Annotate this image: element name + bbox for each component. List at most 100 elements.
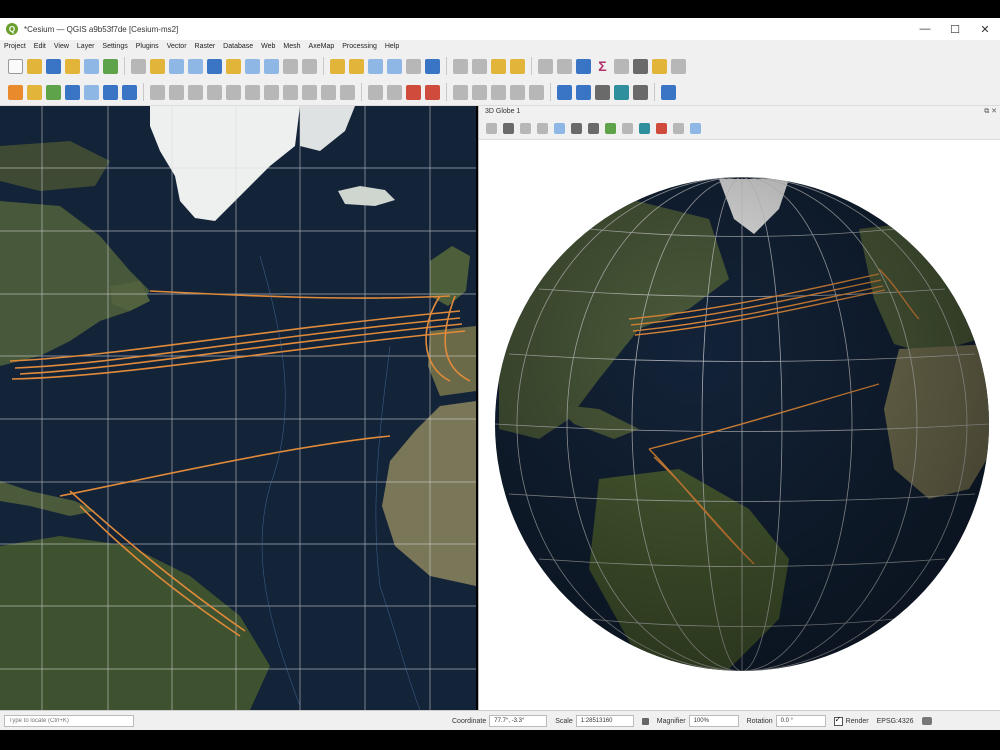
locator-input[interactable]: [9, 718, 119, 724]
label-show-hide-icon[interactable]: [425, 84, 440, 100]
digitize-icon[interactable]: [188, 84, 203, 100]
add-raster-layer-icon[interactable]: [65, 84, 80, 100]
layout-manager-icon[interactable]: [84, 58, 99, 74]
attribute-table-icon[interactable]: [557, 58, 572, 74]
diagram-tool-icon[interactable]: [510, 84, 525, 100]
callout-tool-icon[interactable]: [529, 84, 544, 100]
scale-field[interactable]: 1:28513160: [575, 715, 634, 727]
coordinate-field[interactable]: 77.7°, -3.3°: [489, 715, 548, 727]
python-console-icon[interactable]: [614, 84, 629, 100]
help-book-icon[interactable]: [661, 84, 676, 100]
identify-3d-icon[interactable]: [554, 122, 565, 134]
menu-project[interactable]: Project: [0, 43, 30, 50]
panel-window-controls[interactable]: ⧉ ✕: [984, 107, 1000, 116]
zoom-full-icon[interactable]: [207, 58, 222, 74]
play-animation-icon[interactable]: [588, 122, 599, 134]
camera-control-icon[interactable]: [486, 122, 497, 134]
select-by-value-icon[interactable]: [491, 58, 506, 74]
zoom-next-icon[interactable]: [302, 58, 317, 74]
menu-layer[interactable]: Layer: [73, 43, 99, 50]
maximize-button[interactable]: ☐: [940, 18, 970, 40]
toggle-on-screen-nav-icon[interactable]: [520, 122, 531, 134]
new-3d-view-icon[interactable]: [349, 58, 364, 74]
add-mesh-layer-icon[interactable]: [84, 84, 99, 100]
undo-icon[interactable]: [321, 84, 336, 100]
statistics-icon[interactable]: Σ: [595, 58, 610, 74]
zoom-in-icon[interactable]: [169, 58, 184, 74]
menu-help[interactable]: Help: [381, 43, 403, 50]
add-delimited-text-icon[interactable]: [103, 84, 118, 100]
save-image-icon[interactable]: [622, 122, 633, 134]
add-vector-layer-icon[interactable]: [46, 84, 61, 100]
measure-icon[interactable]: [614, 58, 629, 74]
effects-icon[interactable]: [656, 122, 667, 134]
menu-view[interactable]: View: [50, 43, 73, 50]
label-change-icon[interactable]: [491, 84, 506, 100]
map-canvas[interactable]: [0, 106, 476, 710]
identify-icon[interactable]: [453, 58, 468, 74]
configure-icon[interactable]: [673, 122, 684, 134]
label-rotate-icon[interactable]: [472, 84, 487, 100]
open-project-icon[interactable]: [27, 58, 42, 74]
zoom-full-3d-icon[interactable]: [503, 122, 514, 134]
sync-view-icon[interactable]: [690, 122, 701, 134]
save-edits-icon[interactable]: [169, 84, 184, 100]
vertex-tool-icon[interactable]: [207, 84, 222, 100]
locator-bar[interactable]: [4, 715, 134, 727]
zoom-layer-icon[interactable]: [245, 58, 260, 74]
menu-database[interactable]: Database: [219, 43, 257, 50]
annotation-icon[interactable]: [671, 58, 686, 74]
pan-to-selection-icon[interactable]: [150, 58, 165, 74]
plugin-manager-icon[interactable]: [633, 84, 648, 100]
map-themes-icon[interactable]: [639, 122, 650, 134]
export-scene-icon[interactable]: [605, 122, 616, 134]
crs-button[interactable]: EPSG:4326: [877, 718, 914, 725]
menu-edit[interactable]: Edit: [30, 43, 50, 50]
new-geopackage-icon[interactable]: [27, 84, 42, 100]
label-move-icon[interactable]: [453, 84, 468, 100]
menu-plugins[interactable]: Plugins: [132, 43, 163, 50]
globe-canvas[interactable]: [479, 139, 1000, 710]
georeferencer-icon[interactable]: [595, 84, 610, 100]
zoom-selection-icon[interactable]: [226, 58, 241, 74]
menu-axemap[interactable]: AxeMap: [305, 43, 339, 50]
render-checkbox[interactable]: [833, 715, 843, 726]
close-button[interactable]: ✕: [970, 18, 1000, 40]
new-map-view-icon[interactable]: [330, 58, 345, 74]
zoom-last-icon[interactable]: [283, 58, 298, 74]
toggle-editing-icon[interactable]: [150, 84, 165, 100]
animation-icon[interactable]: [537, 122, 548, 134]
measure-3d-icon[interactable]: [571, 122, 582, 134]
globe-plugin-icon[interactable]: [557, 84, 572, 100]
label-pin-icon[interactable]: [387, 84, 402, 100]
menu-raster[interactable]: Raster: [191, 43, 220, 50]
data-source-manager-icon[interactable]: [8, 84, 23, 100]
zoom-out-icon[interactable]: [188, 58, 203, 74]
processing-toolbox-icon[interactable]: [576, 58, 591, 74]
menu-vector[interactable]: Vector: [163, 43, 191, 50]
paste-feature-icon[interactable]: [302, 84, 317, 100]
magnifier-field[interactable]: 100%: [688, 715, 739, 727]
pan-icon[interactable]: [131, 58, 146, 74]
select-features-icon[interactable]: [472, 58, 487, 74]
menu-web[interactable]: Web: [257, 43, 279, 50]
minimize-button[interactable]: —: [910, 18, 940, 40]
field-calculator-icon[interactable]: [538, 58, 553, 74]
map-tips-icon[interactable]: [652, 58, 667, 74]
deselect-icon[interactable]: [510, 58, 525, 74]
label-highlight-icon[interactable]: [406, 84, 421, 100]
bookmark-icon[interactable]: [368, 58, 383, 74]
new-project-icon[interactable]: [8, 58, 23, 74]
save-project-icon[interactable]: [46, 58, 61, 74]
temporal-controller-icon[interactable]: [406, 58, 421, 74]
new-layout-icon[interactable]: [65, 58, 80, 74]
menu-settings[interactable]: Settings: [98, 43, 131, 50]
show-bookmarks-icon[interactable]: [387, 58, 402, 74]
add-postgis-icon[interactable]: [122, 84, 137, 100]
metasearch-icon[interactable]: [576, 84, 591, 100]
redo-icon[interactable]: [340, 84, 355, 100]
label-tool-icon[interactable]: [368, 84, 383, 100]
menu-mesh[interactable]: Mesh: [279, 43, 304, 50]
messages-icon[interactable]: [921, 717, 932, 725]
menu-processing[interactable]: Processing: [338, 43, 381, 50]
